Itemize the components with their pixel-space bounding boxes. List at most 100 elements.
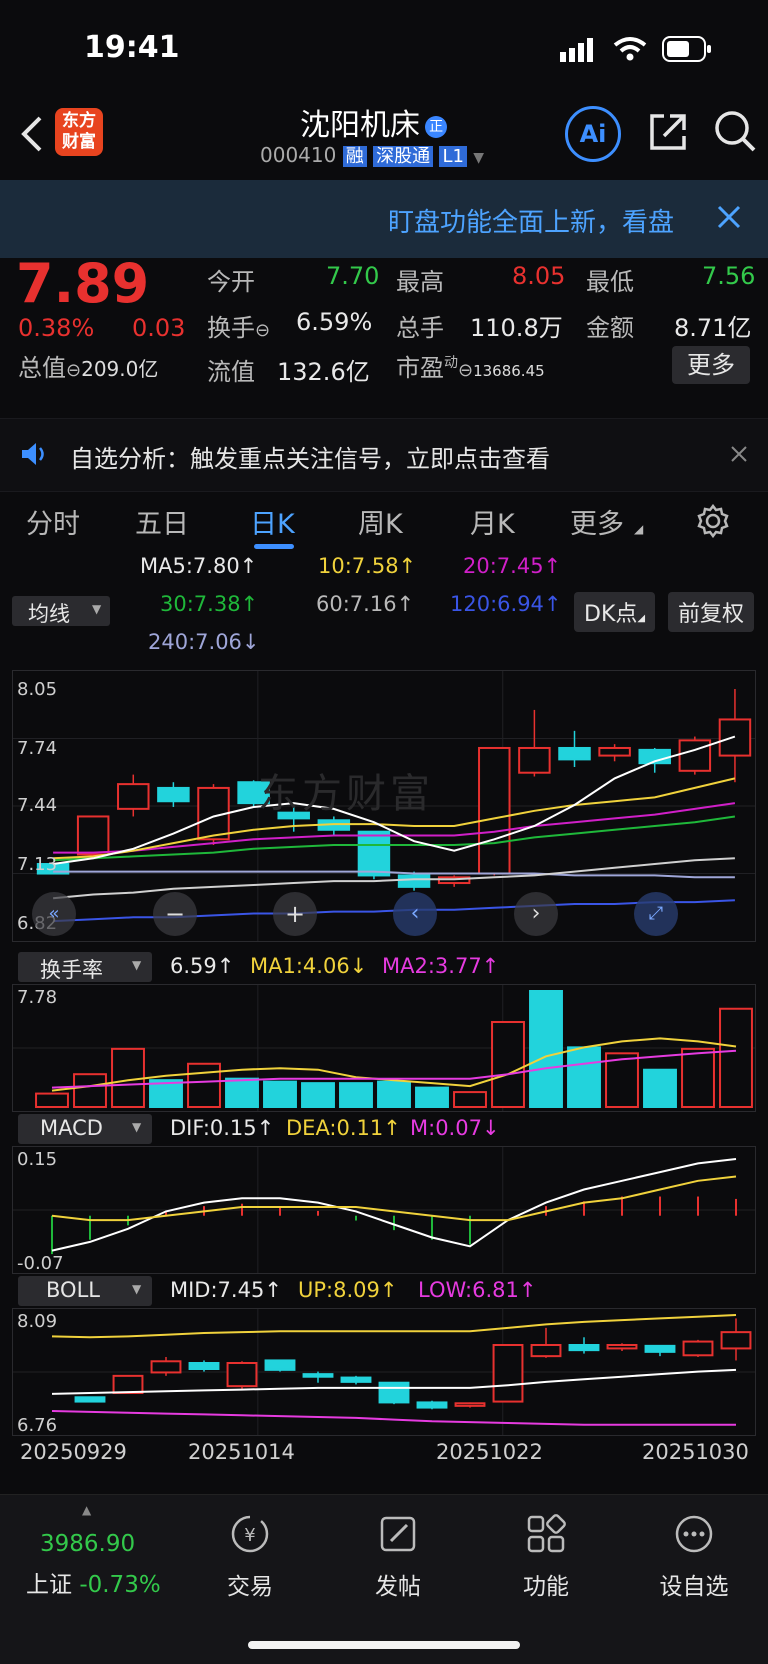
dea-line	[51, 1175, 737, 1222]
zoom-in-icon[interactable]: +	[273, 892, 317, 936]
adjust-button[interactable]: 前复权	[668, 592, 755, 632]
promo-banner[interactable]: 盯盘功能全面上新，看盘	[0, 180, 768, 258]
share-icon[interactable]	[646, 110, 690, 158]
tag-margin: 融	[342, 146, 367, 167]
tag-connect: 深股通	[373, 146, 434, 167]
turnover-bar	[453, 1091, 487, 1108]
tab-intraday[interactable]: 分时	[26, 502, 80, 541]
title-group[interactable]: 沈阳机床 正	[300, 100, 448, 144]
turnover-bar	[529, 990, 563, 1108]
tab-monthly-k[interactable]: 月K	[470, 502, 515, 541]
speaker-icon	[20, 441, 48, 471]
ai-label: Ai	[579, 120, 607, 148]
turnover-select-label: 换手率	[40, 958, 103, 982]
macd-select-label: MACD	[40, 1116, 103, 1140]
boll-chart-frame[interactable]: 8.09 6.76	[12, 1308, 756, 1436]
turnover-bar	[73, 1073, 107, 1108]
analysis-notice[interactable]: 自选分析：触发重点关注信号，立即点击查看	[0, 418, 768, 492]
turnover-bar	[415, 1086, 449, 1108]
boll-select[interactable]: BOLL ▼	[18, 1276, 152, 1306]
boll-low-line	[51, 1410, 736, 1426]
turnover-bar	[567, 1046, 601, 1108]
candle-body	[150, 1360, 182, 1374]
scroll-left-fast-icon[interactable]: «	[32, 892, 76, 936]
stock-code-row[interactable]: 000410 融 深股通 L1 ▼	[260, 142, 484, 168]
home-indicator	[248, 1641, 520, 1649]
tab-five-day[interactable]: 五日	[135, 502, 189, 541]
amount-value: 8.71亿	[674, 314, 752, 342]
turnover-bar	[681, 1047, 715, 1108]
fullscreen-icon[interactable]: ⤢	[634, 892, 678, 936]
turnover-chart[interactable]: 7.78	[13, 985, 755, 1111]
wifi-icon	[613, 36, 647, 66]
search-icon[interactable]	[712, 108, 758, 158]
macd-dea: DEA:0.11↑	[286, 1116, 401, 1140]
nav-functions[interactable]: 功能	[486, 1513, 606, 1601]
candle-body	[117, 783, 150, 810]
macd-chart-frame[interactable]: 0.15 -0.07	[12, 1146, 756, 1274]
boll-chart[interactable]: 8.09 6.76	[13, 1309, 755, 1436]
ma240-label: 240:7.06↓	[148, 630, 260, 654]
turnover-bar	[35, 1092, 69, 1109]
tab-daily-k[interactable]: 日K	[250, 502, 295, 541]
settings-icon[interactable]	[696, 503, 730, 542]
ma-select[interactable]: 均线 ▼	[12, 596, 110, 626]
logo-line2: 财富	[62, 132, 96, 152]
candle-body	[378, 1381, 410, 1404]
total-value-label: 总值	[18, 354, 66, 382]
info-icon: ⊖	[458, 360, 474, 381]
ma20-label: 20:7.45↑	[463, 554, 562, 578]
scroll-right-icon[interactable]: ›	[514, 892, 558, 936]
close-icon[interactable]	[730, 445, 748, 467]
more-button[interactable]: 更多	[672, 346, 750, 384]
turnover-chart-frame[interactable]: 7.78	[12, 984, 756, 1112]
more-dots-icon	[634, 1513, 754, 1559]
macd-m: M:0.07↓	[410, 1116, 500, 1140]
dropdown-caret-icon: ▼	[132, 1282, 142, 1296]
y-tick-label: 8.05	[17, 679, 57, 700]
zoom-out-icon[interactable]: −	[153, 892, 197, 936]
tab-weekly-k[interactable]: 周K	[358, 502, 403, 541]
nav-trade[interactable]: ¥ 交易	[190, 1513, 310, 1601]
index-change: -0.73%	[79, 1572, 161, 1598]
signal-icon	[560, 38, 600, 66]
ai-button[interactable]: Ai	[565, 106, 621, 162]
nav-post[interactable]: 发帖	[338, 1513, 458, 1601]
svg-text:¥: ¥	[244, 1525, 255, 1546]
turnover-row: 换手⊖	[207, 308, 270, 343]
turnover-select[interactable]: 换手率 ▼	[18, 952, 152, 982]
turnover-bar	[339, 1082, 373, 1108]
turnover-bar	[187, 1062, 221, 1108]
back-icon[interactable]	[18, 114, 46, 158]
tab-more[interactable]: 更多	[570, 502, 624, 541]
low-label: 最低	[586, 268, 634, 296]
scroll-left-icon[interactable]: ‹	[393, 892, 437, 936]
candle-body	[76, 815, 110, 856]
amount-label: 金额	[586, 314, 634, 342]
y-tick-label: -0.07	[17, 1253, 64, 1273]
volume-value: 110.8万	[470, 314, 563, 342]
dropdown-caret-icon: ▼	[473, 150, 485, 166]
date-axis: 20250929 20251014 20251022 20251030	[0, 1440, 768, 1470]
macd-select[interactable]: MACD ▼	[18, 1114, 152, 1144]
bottom-bar: ▲ 3986.90 上证 -0.73% ¥ 交易 发帖 功能 设自选	[0, 1494, 768, 1664]
y-tick-label: 7.74	[17, 738, 57, 759]
logo-line1: 东方	[62, 111, 96, 131]
macd-chart[interactable]: 0.15 -0.07	[13, 1147, 755, 1274]
app-logo[interactable]: 东方 财富	[55, 108, 103, 156]
dif-line	[51, 1158, 737, 1252]
dk-point-button[interactable]: DK点◢	[574, 592, 656, 632]
nav-add-watchlist[interactable]: 设自选	[634, 1513, 754, 1601]
candle-body	[678, 739, 712, 772]
candle-body	[530, 1344, 562, 1358]
candle-body	[518, 746, 551, 774]
stock-code: 000410	[260, 143, 337, 167]
ma30-line	[53, 815, 736, 862]
candle-body	[492, 1344, 524, 1403]
current-price: 7.89	[16, 252, 150, 315]
close-icon[interactable]	[716, 204, 742, 234]
dk-label: DK点	[584, 602, 638, 627]
index-name: 上证	[26, 1572, 72, 1598]
quote-panel: 7.89 0.38% 0.03 总值⊖209.0亿 今开 7.70 最高 8.0…	[0, 252, 768, 414]
candle-body	[478, 746, 511, 875]
